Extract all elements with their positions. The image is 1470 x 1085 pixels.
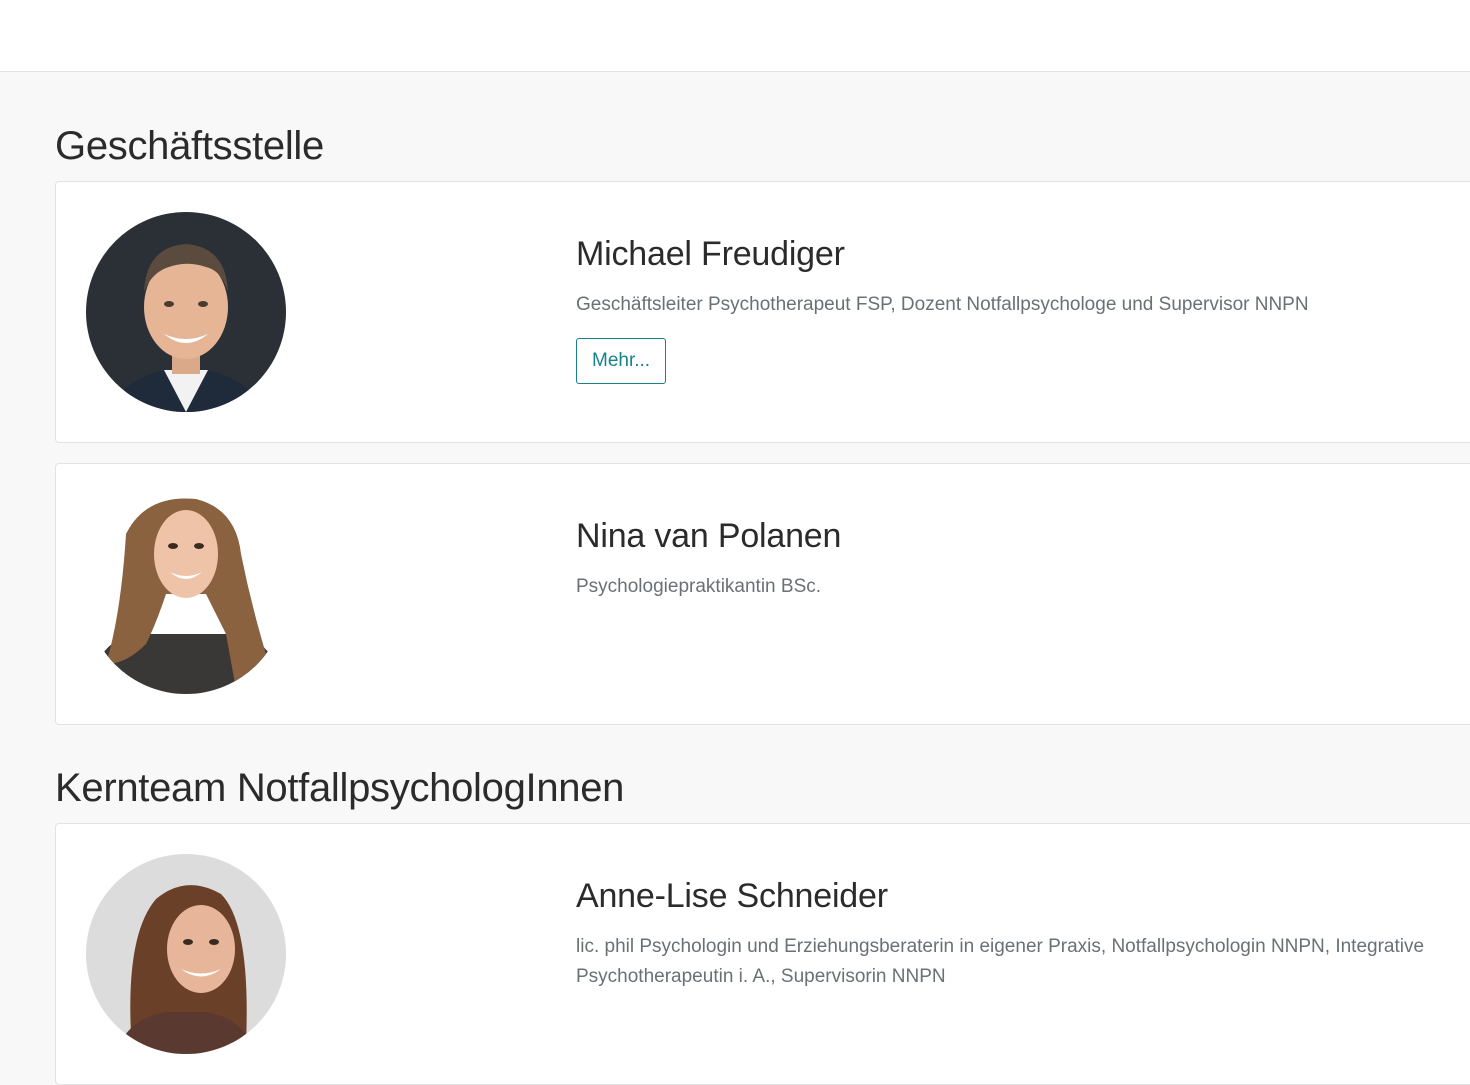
- person-name: Michael Freudiger: [576, 235, 845, 273]
- person-photo-anne-lise-schneider: [86, 854, 286, 1054]
- person-info: Nina van Polanen Psychologiepraktikantin…: [576, 514, 1456, 602]
- person-name: Anne-Lise Schneider: [576, 877, 888, 915]
- person-card-nina-van-polanen: Nina van Polanen Psychologiepraktikantin…: [55, 463, 1470, 725]
- person-card-michael-freudiger: Michael Freudiger Geschäftsleiter Psycho…: [55, 181, 1470, 443]
- person-role: lic. phil Psychologin und Erziehungsbera…: [576, 936, 1425, 987]
- person-role: Psychologiepraktikantin BSc.: [576, 576, 822, 597]
- person-photo-nina-van-polanen: [86, 494, 286, 694]
- section-title-geschaeftsstelle: Geschäftsstelle: [55, 124, 324, 168]
- person-info: Michael Freudiger Geschäftsleiter Psycho…: [576, 232, 1456, 384]
- person-name: Nina van Polanen: [576, 517, 842, 555]
- person-card-anne-lise-schneider: Anne-Lise Schneider lic. phil Psychologi…: [55, 823, 1470, 1085]
- person-role: Geschäftsleiter Psychotherapeut FSP, Doz…: [576, 294, 1309, 315]
- top-navigation-bar: [0, 0, 1470, 72]
- person-photo-michael-freudiger: [86, 212, 286, 412]
- section-title-kernteam: Kernteam NotfallpsychologInnen: [55, 766, 625, 810]
- person-info: Anne-Lise Schneider lic. phil Psychologi…: [576, 874, 1456, 992]
- more-button[interactable]: Mehr...: [576, 338, 667, 384]
